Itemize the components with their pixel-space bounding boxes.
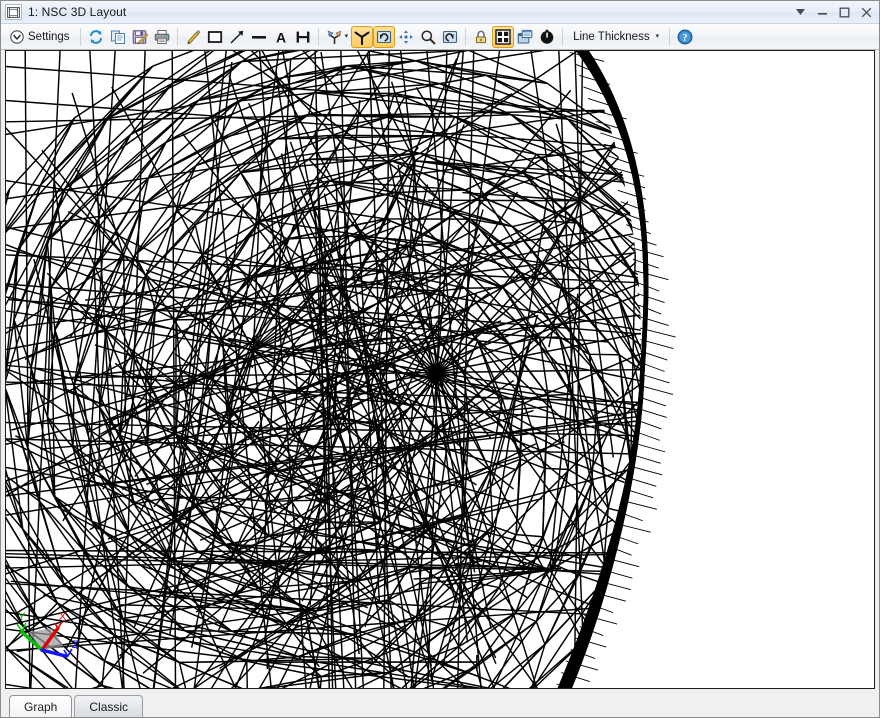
toolbar-separator-4 [465, 28, 466, 46]
rectangle-icon [207, 29, 223, 45]
window-title: 1: NSC 3D Layout [28, 5, 126, 19]
nsc-3d-layout-window: 1: NSC 3D Layout Settings [0, 0, 880, 718]
title-bar: 1: NSC 3D Layout [1, 1, 879, 24]
fit-all-icon [495, 29, 511, 45]
fit-all-button[interactable] [492, 26, 514, 48]
isometric-view-button[interactable] [351, 26, 373, 48]
graph-container: X Y Z 0.5 mm [1, 50, 879, 689]
pan-button[interactable] [395, 26, 417, 48]
zoom-window-button[interactable] [439, 26, 461, 48]
view-preset-button[interactable]: ▾ [323, 26, 352, 48]
svg-text:A: A [276, 29, 286, 45]
copy-clipboard-icon [110, 29, 126, 45]
arrow-button[interactable] [226, 26, 248, 48]
zoom-button[interactable] [417, 26, 439, 48]
print-button[interactable] [151, 26, 173, 48]
lock-button[interactable] [470, 26, 492, 48]
axis-label-x: X [59, 611, 67, 623]
bottom-tab-bar: Graph Classic [1, 689, 879, 717]
toolbar-separator-5 [562, 28, 563, 46]
save-button[interactable] [129, 26, 151, 48]
chevron-circle-icon [10, 30, 24, 44]
isometric-axes-icon [354, 29, 370, 45]
layout-window-icon [5, 4, 22, 20]
axes-tripod-icon [326, 29, 343, 45]
help-question-icon: ? [677, 29, 693, 45]
magnifier-icon [420, 29, 436, 45]
pencil-icon [185, 29, 201, 45]
wireframe-mesh: X Y Z [6, 51, 874, 688]
axis-label-y: Y [18, 611, 26, 623]
reset-button[interactable] [536, 26, 558, 48]
graph-canvas[interactable]: X Y Z 0.5 mm [5, 50, 875, 689]
refresh-icon [88, 29, 104, 45]
arrow-diagonal-icon [229, 29, 245, 45]
toolbar-separator-2 [177, 28, 178, 46]
rotate-screen-icon [376, 29, 392, 45]
pan-move-icon [398, 29, 414, 45]
settings-button[interactable]: Settings [4, 26, 76, 48]
tab-graph[interactable]: Graph [9, 695, 72, 717]
rotate-view-button[interactable] [373, 26, 395, 48]
printer-icon [154, 29, 170, 45]
tab-graph-label: Graph [24, 700, 57, 714]
reset-clock-icon [539, 29, 555, 45]
view-preset-caret-icon: ▾ [345, 33, 349, 40]
toolbar-separator-6 [669, 28, 670, 46]
close-button[interactable] [855, 2, 877, 22]
line-icon [251, 29, 267, 45]
maximize-button[interactable] [833, 2, 855, 22]
refresh-button[interactable] [85, 26, 107, 48]
axis-label-z: Z [72, 639, 79, 651]
detach-window-button[interactable] [514, 26, 536, 48]
lock-icon [473, 29, 489, 45]
detach-window-icon [517, 29, 533, 45]
line-thickness-caret-icon: ▾ [656, 33, 660, 40]
line-button[interactable] [248, 26, 270, 48]
zoom-window-icon [442, 29, 458, 45]
line-thickness-button[interactable]: Line Thickness ▾ [567, 26, 665, 48]
tab-classic[interactable]: Classic [74, 695, 143, 717]
text-button[interactable]: A [270, 26, 292, 48]
pencil-button[interactable] [182, 26, 204, 48]
settings-label: Settings [28, 31, 70, 43]
tab-classic-label: Classic [89, 700, 128, 714]
save-disk-icon [132, 29, 148, 45]
rectangle-button[interactable] [204, 26, 226, 48]
help-button[interactable]: ? [674, 26, 696, 48]
line-thickness-label: Line Thickness [573, 31, 650, 43]
dimension-h-icon [295, 29, 311, 45]
svg-text:?: ? [683, 33, 688, 44]
minimize-button[interactable] [811, 2, 833, 22]
copy-button[interactable] [107, 26, 129, 48]
toolbar-separator-3 [318, 28, 319, 46]
window-menu-dropdown-icon[interactable] [789, 2, 811, 22]
text-a-icon: A [273, 29, 289, 45]
toolbar: Settings [1, 24, 879, 50]
dimension-button[interactable] [292, 26, 314, 48]
toolbar-separator-1 [80, 28, 81, 46]
